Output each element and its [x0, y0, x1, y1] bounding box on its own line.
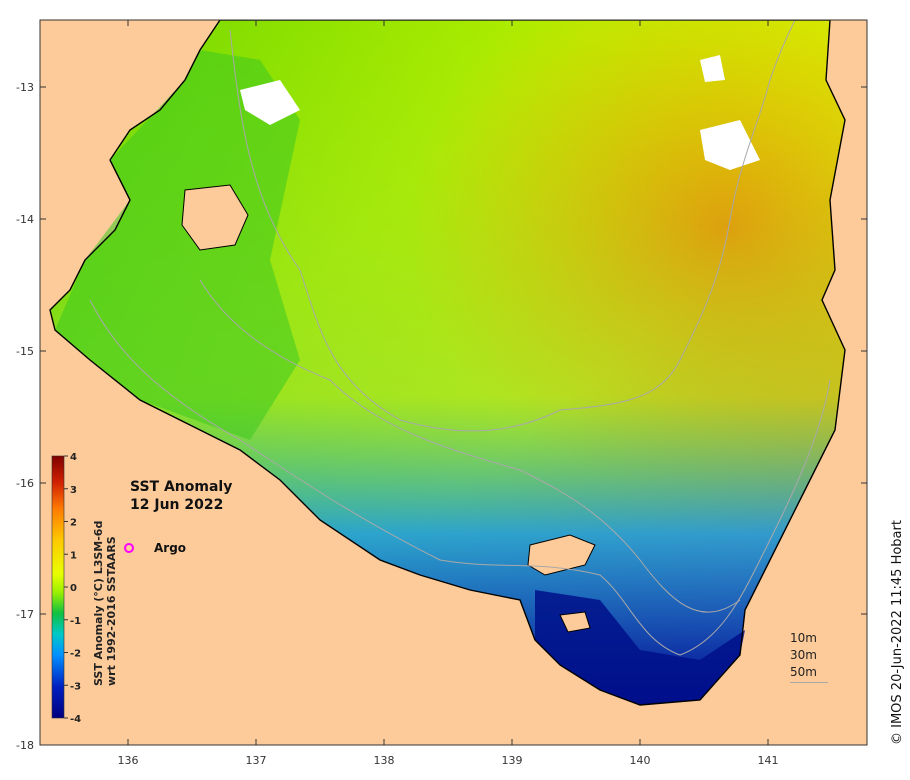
colorbar-tick-label: 0: [70, 583, 77, 594]
x-tick-label: 136: [118, 754, 139, 767]
colorbar-tick-label: 4: [70, 452, 77, 463]
sst-anomaly-map: 136 137 138 139 140 141 -13-14-15-16-17-18 43…: [16, 19, 868, 767]
isobath-label-30m: 30m: [790, 648, 817, 662]
x-tick-label: 139: [502, 754, 523, 767]
isobath-label-10m: 10m: [790, 631, 817, 645]
map-title-line1: SST Anomaly: [130, 479, 233, 495]
colorbar-title-line1: SST Anomaly (°C) L3SM-6d: [92, 520, 105, 686]
colorbar-title-line2: wrt 1992-2016 SSTAARS: [105, 536, 118, 686]
y-tick-label: -16: [16, 477, 34, 490]
colorbar-tick-label: 2: [70, 518, 77, 529]
y-tick-label: -18: [16, 739, 34, 752]
x-tick-label: 137: [246, 754, 267, 767]
y-tick-label: -13: [16, 81, 34, 94]
colorbar-tick-label: 3: [70, 485, 77, 496]
colorbar-scale: [51, 455, 65, 719]
y-tick-label: -15: [16, 345, 34, 358]
isobath-legend-line: [790, 682, 828, 683]
colorbar-tick-label: -3: [70, 681, 81, 692]
isobath-label-50m: 50m: [790, 665, 817, 679]
colorbar-title: SST Anomaly (°C) L3SM-6d wrt 1992-2016 S…: [92, 521, 118, 686]
y-tick-label: -17: [16, 608, 34, 621]
y-tick-label: -14: [16, 213, 34, 226]
colorbar-tick-label: -1: [70, 616, 81, 627]
colorbar-tick-label: 1: [70, 550, 77, 561]
colorbar-tick-label: -4: [70, 714, 81, 725]
argo-label: Argo: [154, 541, 187, 555]
colorbar-tick-label: -2: [70, 649, 81, 660]
map-title: SST Anomaly 12 Jun 2022: [130, 478, 232, 514]
imos-credit: © IMOS 20-Jun-2022 11:45 Hobart: [890, 520, 905, 745]
x-tick-label: 138: [374, 754, 395, 767]
argo-legend: Argo: [124, 541, 186, 555]
x-tick-label: 141: [758, 754, 779, 767]
x-tick-label: 140: [630, 754, 651, 767]
isobath-legend: 10m 30m 50m: [790, 630, 828, 683]
map-title-date: 12 Jun 2022: [130, 497, 224, 513]
argo-marker-icon: [124, 543, 134, 553]
